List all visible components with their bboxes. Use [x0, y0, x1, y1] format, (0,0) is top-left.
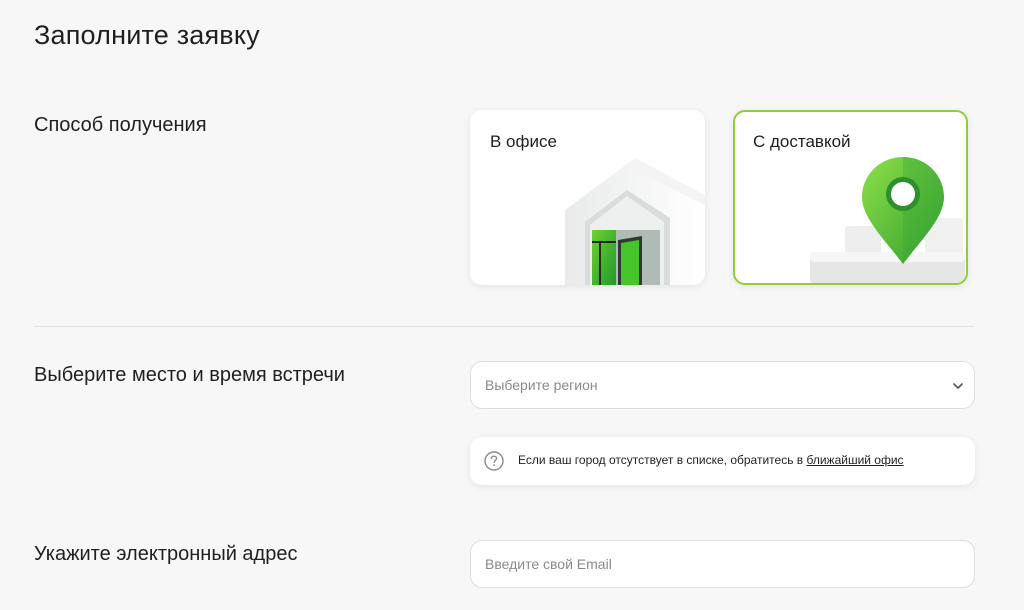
- region-select-placeholder: Выберите регион: [485, 377, 598, 393]
- delivery-option-office-label: В офисе: [490, 132, 557, 151]
- region-hint: Если ваш город отсутствует в списке, обр…: [470, 437, 975, 485]
- email-field[interactable]: [471, 541, 974, 587]
- email-label: Укажите электронный адрес: [34, 543, 298, 565]
- section-divider: [34, 326, 974, 327]
- delivery-option-office[interactable]: В офисе: [470, 110, 705, 285]
- email-field-wrapper: [470, 540, 975, 588]
- page-title: Заполните заявку: [34, 20, 260, 50]
- map-pin-icon: [810, 157, 965, 283]
- nearest-office-link[interactable]: ближайший офис: [807, 453, 904, 467]
- delivery-option-courier-label: С доставкой: [753, 132, 851, 151]
- house-door-icon: [565, 158, 705, 285]
- region-hint-text: Если ваш город отсутствует в списке, обр…: [518, 453, 904, 467]
- question-circle-icon: [484, 451, 504, 471]
- delivery-method-label: Способ получения: [34, 114, 207, 136]
- delivery-option-courier[interactable]: С доставкой: [733, 110, 968, 285]
- region-select[interactable]: Выберите регион: [470, 361, 975, 409]
- meeting-label: Выберите место и время встречи: [34, 364, 345, 386]
- chevron-down-icon[interactable]: [952, 380, 964, 392]
- region-hint-message: Если ваш город отсутствует в списке, обр…: [518, 453, 807, 467]
